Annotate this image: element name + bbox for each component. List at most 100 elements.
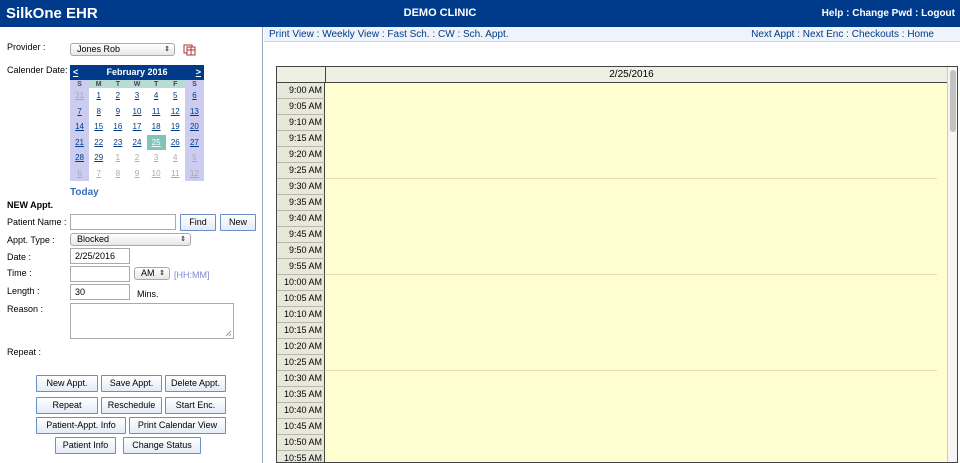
calendar-day[interactable]: 6 [184, 88, 204, 104]
time-slot-cell[interactable] [325, 403, 937, 419]
calendar-day[interactable]: 22 [89, 135, 108, 151]
time-slot-cell[interactable] [325, 147, 937, 163]
time-slot-cell[interactable] [325, 291, 937, 307]
calendar-day[interactable]: 16 [108, 119, 127, 135]
calendar-day[interactable]: 3 [127, 88, 146, 104]
delete-appt-button[interactable]: Delete Appt. [165, 375, 226, 392]
time-slot-cell[interactable] [325, 83, 937, 99]
new-appt-button[interactable]: New Appt. [36, 375, 98, 392]
patient-appt-info-button[interactable]: Patient-Appt. Info [36, 417, 126, 434]
calendar-day[interactable]: 8 [108, 166, 127, 182]
reschedule-button[interactable]: Reschedule [101, 397, 162, 414]
calendar-day[interactable]: 24 [127, 135, 146, 151]
calendar-day[interactable]: 11 [147, 104, 166, 120]
calendar-day[interactable]: 12 [184, 165, 204, 181]
left-link-3[interactable]: CW [438, 29, 455, 40]
calendar-day[interactable]: 10 [127, 104, 146, 120]
time-slot-cell[interactable] [325, 355, 937, 371]
calendar-day[interactable]: 7 [70, 103, 90, 119]
patient-info-button[interactable]: Patient Info [55, 437, 116, 454]
calendar-day[interactable]: 26 [166, 135, 185, 151]
calendar-day[interactable]: 6 [70, 165, 90, 181]
time-slot-cell[interactable] [325, 435, 937, 451]
time-slot-cell[interactable] [325, 179, 937, 195]
calendar-day[interactable]: 31 [70, 88, 90, 104]
right-link-3[interactable]: Home [907, 29, 934, 40]
calendar-day[interactable]: 25 [146, 134, 166, 150]
time-slot-cell[interactable] [325, 323, 937, 339]
calendar-day[interactable]: 21 [70, 134, 90, 150]
calendar-day[interactable]: 4 [166, 150, 185, 166]
change-status-button[interactable]: Change Status [123, 437, 201, 454]
time-slot-cell[interactable] [325, 211, 937, 227]
time-slot-cell[interactable] [325, 227, 937, 243]
calendar-day[interactable]: 8 [89, 104, 108, 120]
calendar-day[interactable]: 17 [127, 119, 146, 135]
calendar-day[interactable]: 2 [108, 88, 127, 104]
print-calendar-view-button[interactable]: Print Calendar View [129, 417, 226, 434]
right-link-0[interactable]: Next Appt [751, 29, 794, 40]
calendar-day[interactable]: 28 [70, 150, 90, 166]
calendar-day[interactable]: 7 [89, 166, 108, 182]
calendar-day[interactable]: 18 [147, 119, 166, 135]
calendar-day[interactable]: 27 [184, 134, 204, 150]
calendar-day[interactable]: 1 [108, 150, 127, 166]
right-link-1[interactable]: Next Enc [803, 29, 844, 40]
calendar-day[interactable]: 12 [166, 104, 185, 120]
calendar-day[interactable]: 2 [127, 150, 146, 166]
time-slot-cell[interactable] [325, 163, 937, 179]
reason-textarea[interactable] [70, 303, 234, 339]
time-input[interactable] [70, 266, 130, 282]
time-slot-cell[interactable] [325, 195, 937, 211]
next-month-button[interactable]: > [196, 65, 201, 80]
scrollbar-thumb[interactable] [950, 70, 956, 132]
calendar-day[interactable]: 20 [184, 119, 204, 135]
help-link[interactable]: Help [822, 8, 844, 19]
calendar-day[interactable]: 3 [147, 150, 166, 166]
calendar-day[interactable]: 10 [147, 166, 166, 182]
find-button[interactable]: Find [180, 214, 216, 231]
calendar-day[interactable]: 11 [166, 166, 185, 182]
left-link-4[interactable]: Sch. Appt. [463, 29, 509, 40]
time-slot-cell[interactable] [325, 243, 937, 259]
date-input[interactable]: 2/25/2016 [70, 248, 130, 264]
schedule-scrollbar[interactable] [947, 67, 957, 462]
time-slot-cell[interactable] [325, 99, 937, 115]
left-link-0[interactable]: Print View [269, 29, 314, 40]
calendar-day[interactable]: 5 [166, 88, 185, 104]
calendar-day[interactable]: 13 [184, 103, 204, 119]
time-slot-cell[interactable] [325, 371, 937, 387]
calendar-day[interactable]: 5 [184, 150, 204, 166]
calendar-day[interactable]: 1 [89, 88, 108, 104]
left-link-1[interactable]: Weekly View [322, 29, 379, 40]
time-slot-cell[interactable] [325, 387, 937, 403]
calendar-day[interactable]: 29 [89, 150, 108, 166]
repeat-button[interactable]: Repeat [36, 397, 98, 414]
time-slot-cell[interactable] [325, 339, 937, 355]
time-slot-cell[interactable] [325, 259, 937, 275]
prev-month-button[interactable]: < [73, 65, 78, 80]
time-slot-cell[interactable] [325, 419, 937, 435]
today-link[interactable]: Today [70, 187, 99, 198]
time-slot-cell[interactable] [325, 115, 937, 131]
appt-type-select[interactable]: Blocked ⇕ [70, 233, 191, 246]
logout-link[interactable]: Logout [921, 8, 955, 19]
time-slot-cell[interactable] [325, 451, 937, 462]
calendar-day[interactable]: 9 [127, 166, 146, 182]
calendar-day[interactable]: 19 [166, 119, 185, 135]
provider-calendar-icon[interactable] [183, 43, 196, 56]
new-patient-button[interactable]: New [220, 214, 256, 231]
calendar-day[interactable]: 4 [147, 88, 166, 104]
ampm-select[interactable]: AM ⇕ [134, 267, 170, 280]
calendar-day[interactable]: 15 [89, 119, 108, 135]
calendar-day[interactable]: 14 [70, 119, 90, 135]
calendar-day[interactable]: 23 [108, 135, 127, 151]
calendar-day[interactable]: 9 [108, 104, 127, 120]
start-enc-button[interactable]: Start Enc. [165, 397, 226, 414]
left-link-2[interactable]: Fast Sch. [387, 29, 429, 40]
time-slot-cell[interactable] [325, 307, 937, 323]
patient-name-input[interactable] [70, 214, 176, 230]
right-link-2[interactable]: Checkouts [852, 29, 899, 40]
change-pwd-link[interactable]: Change Pwd [852, 8, 912, 19]
length-input[interactable]: 30 [70, 284, 130, 300]
